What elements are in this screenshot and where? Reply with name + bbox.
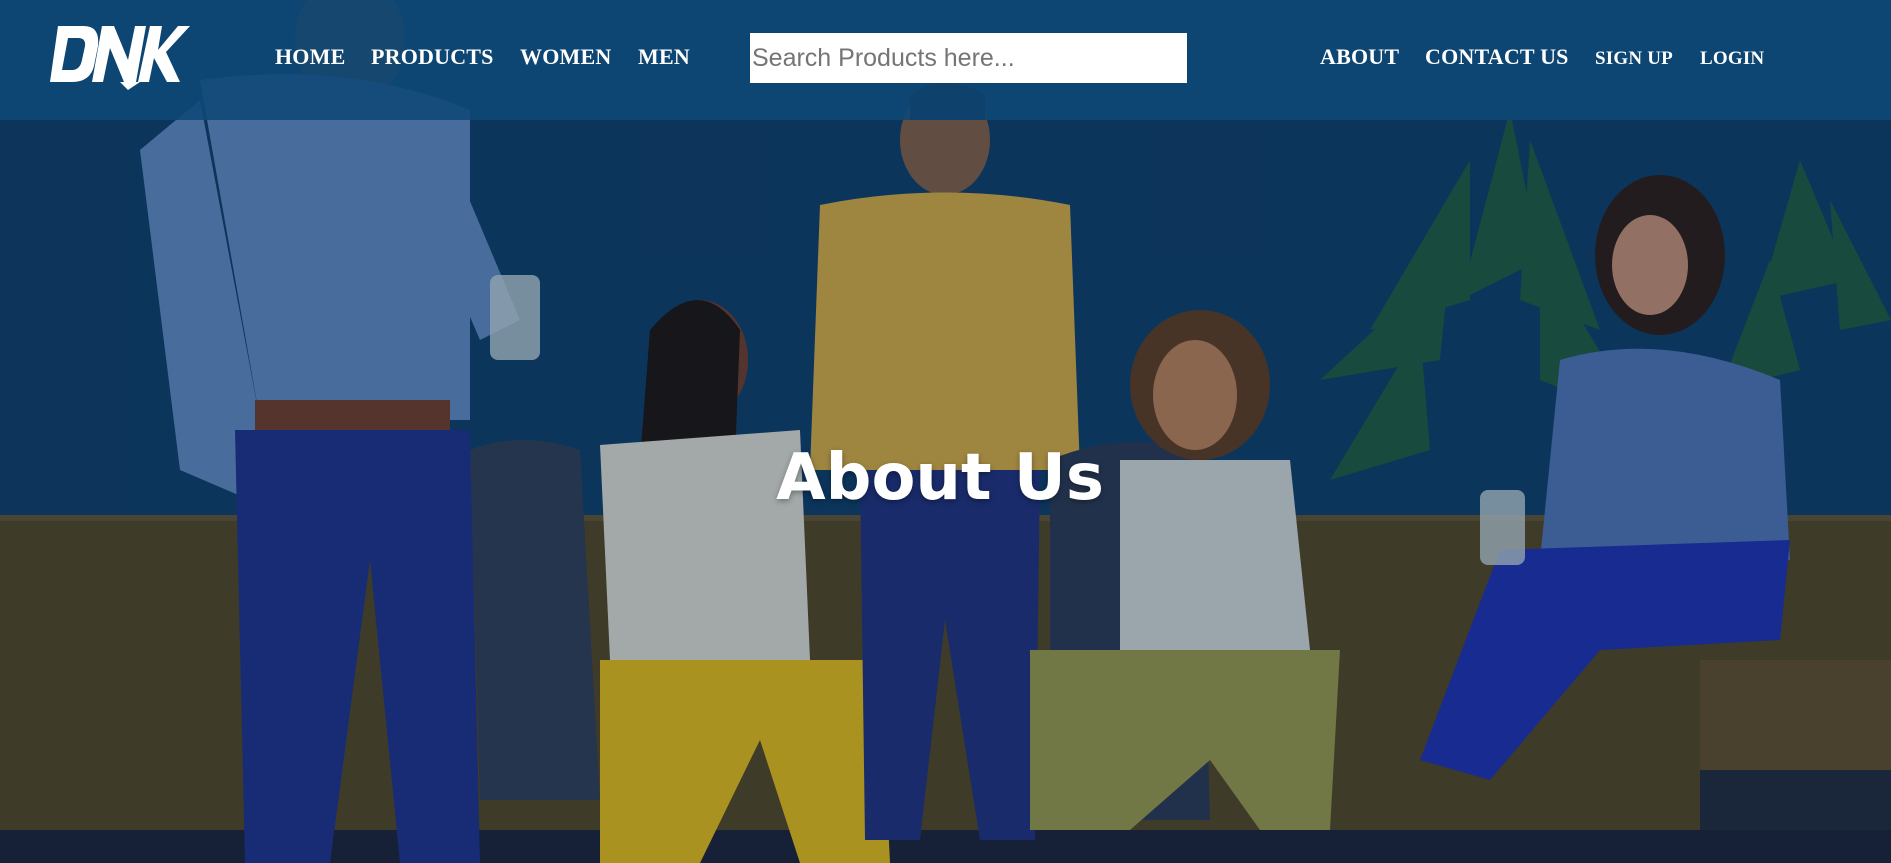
nav-products-link[interactable]: PRODUCTS	[371, 44, 494, 70]
hero-dark-overlay	[0, 0, 1891, 863]
nav-login-link[interactable]: LOGIN	[1700, 46, 1764, 72]
dnk-logo[interactable]	[50, 22, 190, 90]
nav-home-link[interactable]: HOME	[275, 44, 345, 70]
nav-sign-up-link[interactable]: SIGN UP	[1595, 46, 1673, 72]
nav-women-link[interactable]: WOMEN	[520, 44, 611, 70]
nav-contact-us-link[interactable]: CONTACT US	[1425, 44, 1569, 70]
nav-men-link[interactable]: MEN	[638, 44, 690, 70]
page-title: About Us	[776, 440, 1104, 515]
search-products-input[interactable]	[750, 33, 1187, 83]
top-navbar: HOME PRODUCTS WOMEN MEN ABOUT CONTACT US…	[0, 0, 1891, 120]
nav-about-link[interactable]: ABOUT	[1320, 44, 1399, 70]
about-page: HOME PRODUCTS WOMEN MEN ABOUT CONTACT US…	[0, 0, 1891, 863]
